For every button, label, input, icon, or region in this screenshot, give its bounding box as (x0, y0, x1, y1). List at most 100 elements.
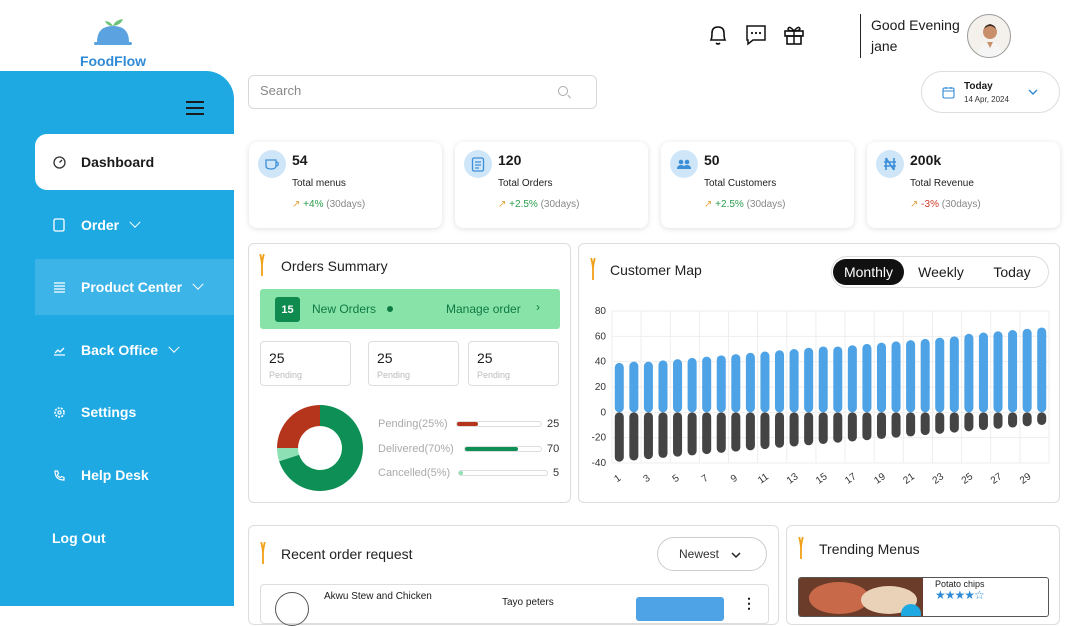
progress-fill (457, 422, 478, 426)
trend-arrow-icon: ↗ (292, 199, 301, 210)
tab-monthly[interactable]: Monthly (833, 259, 904, 285)
legend-label: Delivered(70%) (378, 443, 454, 455)
sidebar-item-label: Dashboard (81, 154, 155, 170)
gift-icon[interactable] (782, 22, 806, 48)
trending-item[interactable]: Potato chips ★★★★☆ (798, 577, 1049, 617)
pin-icon (259, 254, 265, 276)
bar-positive (964, 333, 974, 413)
order-customer: Tayo peters (502, 597, 554, 608)
sidebar-item-help-desk[interactable]: Help Desk (35, 447, 234, 503)
sidebar-item-product-center[interactable]: Product Center (35, 259, 234, 315)
bar-positive (716, 355, 726, 413)
x-tick-label: 7 (700, 473, 711, 485)
pending-label: Pending (477, 370, 511, 380)
sidebar-item-order[interactable]: Order (35, 197, 234, 253)
bar-positive (833, 346, 843, 413)
bar-positive (614, 362, 624, 413)
trend-arrow-icon: ↗ (498, 199, 507, 210)
date-selector[interactable]: Today 14 Apr, 2024 (921, 71, 1060, 113)
cloche-icon (94, 19, 132, 45)
bar-negative (789, 412, 799, 447)
tab-weekly[interactable]: Weekly (908, 259, 974, 285)
chevron-down-icon (192, 278, 204, 290)
bar-negative (876, 412, 886, 439)
greeting-text: Good Evening (871, 17, 960, 33)
orders-summary-panel: Orders Summary 15 New Orders Manage orde… (248, 243, 571, 503)
brand-logo[interactable]: FoodFlow (78, 18, 148, 69)
sidebar-item-label: Back Office (81, 342, 159, 358)
menu-toggle-icon[interactable] (186, 101, 204, 115)
sort-dropdown[interactable]: Newest (657, 537, 767, 571)
avatar (275, 592, 309, 626)
chevron-right-icon[interactable]: › (536, 300, 540, 314)
bar-positive (949, 336, 959, 413)
search-input[interactable]: Search (248, 75, 597, 109)
bar-positive (687, 357, 697, 413)
bar-positive (1008, 330, 1018, 413)
tab-today[interactable]: Today (978, 259, 1046, 285)
bell-icon[interactable] (706, 22, 730, 48)
sidebar-item-label: Order (81, 217, 120, 233)
calendar-icon (942, 87, 955, 99)
message-icon[interactable] (744, 22, 768, 48)
stat-card-revenue[interactable]: 200k Total Revenue ↗ -3% (30days) (867, 142, 1060, 228)
donut-slice-0 (277, 405, 320, 448)
legend-pending: Pending(25%) 25 (378, 418, 559, 430)
bar-negative (847, 412, 857, 442)
pending-label: Pending (269, 370, 303, 380)
stat-card-orders[interactable]: 120 Total Orders ↗ +2.5% (30days) (455, 142, 648, 228)
x-tick-label: 9 (729, 473, 740, 485)
order-icon (52, 218, 66, 232)
sidebar-item-settings[interactable]: Settings (35, 384, 234, 440)
bar-positive (789, 349, 799, 413)
legend-label: Pending(25%) (378, 418, 448, 430)
stat-change: +2.5% (509, 199, 538, 210)
bar-negative (978, 412, 988, 431)
x-tick-label: 25 (960, 471, 976, 487)
gear-icon (52, 405, 66, 419)
table-row[interactable]: Akwu Stew and Chicken Tayo peters ⋮ (260, 584, 769, 626)
stat-card-customers[interactable]: 50 Total Customers ↗ +2.5% (30days) (661, 142, 854, 228)
stat-label: Total Orders (498, 178, 553, 189)
product-icon (52, 280, 66, 294)
sort-label: Newest (679, 547, 720, 561)
stat-label: Total menus (292, 178, 346, 189)
x-tick-label: 1 (612, 473, 623, 485)
bar-negative (862, 412, 872, 441)
x-tick-label: 13 (785, 471, 801, 487)
pending-value: 25 (377, 350, 393, 366)
legend-value: 5 (553, 467, 560, 479)
bar-negative (906, 412, 916, 437)
stat-period: (30days) (326, 199, 366, 210)
stat-period: (30days) (941, 199, 981, 210)
legend-label: Cancelled(5%) (378, 467, 451, 479)
avatar[interactable] (967, 14, 1011, 58)
y-tick-label: -40 (592, 458, 607, 469)
stat-value: 50 (704, 152, 720, 168)
orders-donut-chart (277, 405, 363, 491)
stat-card-menus[interactable]: 54 Total menus ↗ +4% (30days) (249, 142, 442, 228)
trend-arrow-icon: ↗ (910, 199, 919, 210)
order-action-button[interactable] (636, 597, 724, 621)
x-tick-label: 5 (671, 473, 682, 485)
pending-box: 25 Pending (260, 341, 351, 386)
new-orders-count: 15 (275, 297, 300, 322)
stat-value: 54 (292, 152, 308, 168)
more-icon[interactable]: ⋮ (742, 595, 756, 612)
stat-change: +4% (303, 199, 324, 210)
y-tick-label: 0 (600, 407, 606, 418)
logout-button[interactable]: Log Out (52, 530, 106, 546)
legend-value: 70 (547, 443, 560, 455)
progress-track (458, 470, 548, 476)
bar-negative (920, 412, 930, 436)
sidebar-item-label: Product Center (81, 279, 183, 295)
bar-negative (891, 412, 901, 438)
new-orders-bar[interactable]: 15 New Orders Manage order › (260, 289, 560, 329)
sidebar-item-back-office[interactable]: Back Office (35, 322, 234, 378)
sidebar-item-dashboard[interactable]: Dashboard (35, 134, 234, 190)
legend-delivered: Delivered(70%) 70 (378, 443, 559, 455)
progress-fill (459, 471, 464, 475)
bar-negative (949, 412, 959, 433)
chevron-down-icon (731, 552, 741, 559)
manage-order-link[interactable]: Manage order (446, 302, 521, 316)
